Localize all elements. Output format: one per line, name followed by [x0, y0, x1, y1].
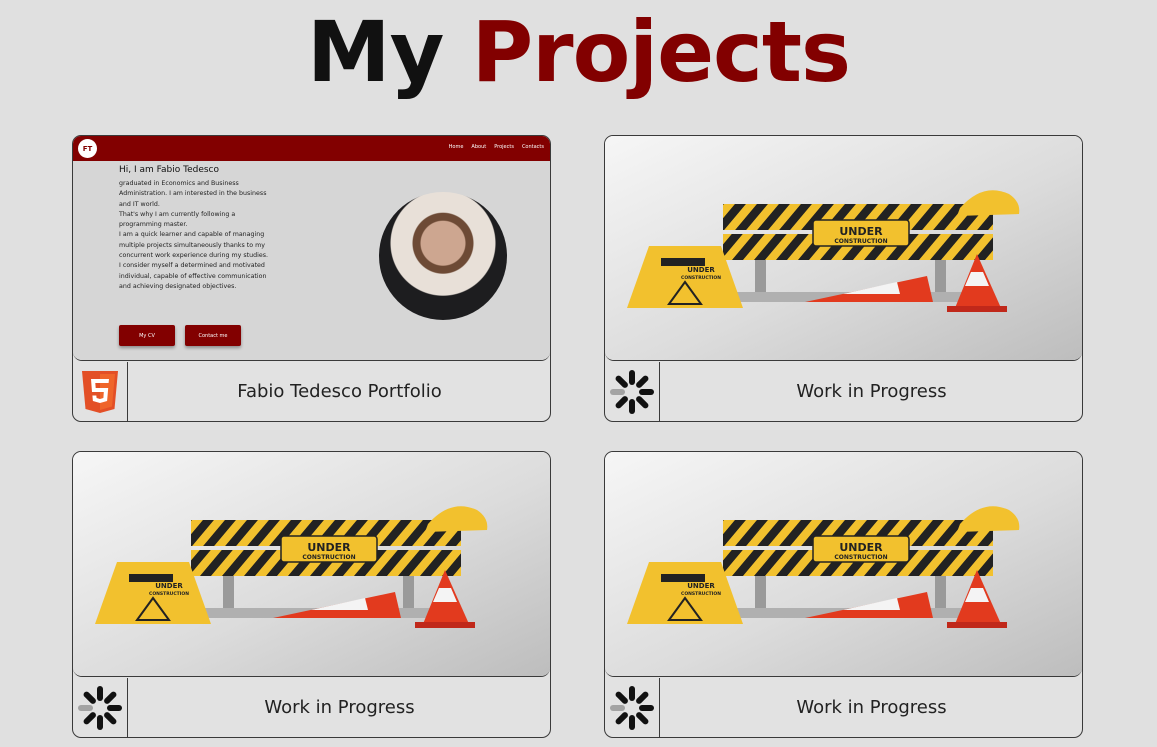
wet-floor-construction-text: CONSTRUCTION — [681, 275, 721, 281]
under-construction-image: UNDER CONSTRUCTION UNDER CONSTRUCTION — [605, 452, 1082, 676]
tech-icon-box — [605, 362, 660, 421]
tech-icon-box — [73, 678, 128, 737]
project-title[interactable]: Work in Progress — [661, 362, 1082, 421]
sign-under-text: UNDER — [307, 541, 351, 554]
wet-floor-under-text: UNDER — [687, 582, 715, 590]
project-card-footer: Fabio Tedesco Portfolio — [73, 362, 550, 421]
project-card-footer: Work in Progress — [605, 362, 1082, 421]
project-preview-image[interactable]: UNDER CONSTRUCTION UNDER CONSTRUCTION — [605, 136, 1082, 361]
under-construction-image: UNDER CONSTRUCTION UNDER CONSTRUCTION — [73, 452, 550, 676]
portfolio-heading: Hi, I am Fabio Tedesco — [119, 165, 219, 175]
wet-floor-under-text: UNDER — [155, 582, 183, 590]
sign-construction-text: CONSTRUCTION — [302, 554, 355, 561]
project-card-wip-2[interactable]: UNDER CONSTRUCTION UNDER CONSTRUCTION Wo… — [72, 451, 551, 738]
project-card-wip-3[interactable]: UNDER CONSTRUCTION UNDER CONSTRUCTION Wo… — [604, 451, 1083, 738]
project-card-wip-1[interactable]: UNDER CONSTRUCTION UNDER CONSTRUCTION Wo… — [604, 135, 1083, 422]
portfolio-bio: graduated in Economics and Business Admi… — [119, 180, 268, 290]
wet-floor-construction-text: CONSTRUCTION — [681, 591, 721, 597]
portfolio-screenshot: FT Home About Projects Contacts Hi, I am… — [73, 136, 550, 360]
project-preview-image[interactable]: FT Home About Projects Contacts Hi, I am… — [73, 136, 550, 361]
page-title: My Projects — [0, 4, 1157, 100]
wet-floor-under-text: UNDER — [687, 266, 715, 274]
portfolio-contact-button: Contact me — [185, 325, 241, 346]
project-title[interactable]: Work in Progress — [661, 678, 1082, 737]
portfolio-nav-contacts: Contacts — [521, 144, 544, 150]
under-construction-image: UNDER CONSTRUCTION UNDER CONSTRUCTION — [605, 136, 1082, 360]
sign-under-text: UNDER — [839, 225, 883, 238]
project-card-footer: Work in Progress — [73, 678, 550, 737]
portfolio-nav-links: Home About Projects Contacts — [449, 144, 544, 150]
project-card-footer: Work in Progress — [605, 678, 1082, 737]
portfolio-logo: FT — [78, 139, 97, 158]
portfolio-cv-button: My CV — [119, 325, 175, 346]
project-title[interactable]: Fabio Tedesco Portfolio — [129, 362, 550, 421]
loading-spinner-icon — [76, 684, 124, 732]
tech-icon-box — [605, 678, 660, 737]
wet-floor-construction-text: CONSTRUCTION — [149, 591, 189, 597]
project-preview-image[interactable]: UNDER CONSTRUCTION UNDER CONSTRUCTION — [605, 452, 1082, 677]
loading-spinner-icon — [608, 368, 656, 416]
sign-under-text: UNDER — [839, 541, 883, 554]
portfolio-nav-about: About — [471, 144, 487, 150]
sign-construction-text: CONSTRUCTION — [834, 238, 887, 245]
project-title[interactable]: Work in Progress — [129, 678, 550, 737]
project-preview-image[interactable]: UNDER CONSTRUCTION UNDER CONSTRUCTION — [73, 452, 550, 677]
portfolio-nav-home: Home — [448, 144, 464, 150]
sign-construction-text: CONSTRUCTION — [834, 554, 887, 561]
loading-spinner-icon — [608, 684, 656, 732]
profile-photo — [379, 192, 507, 320]
portfolio-navbar: FT Home About Projects Contacts — [73, 136, 550, 161]
page-title-word-my: My — [306, 3, 444, 101]
html5-icon — [82, 370, 118, 413]
page-title-word-projects: Projects — [471, 3, 851, 101]
project-card-portfolio[interactable]: FT Home About Projects Contacts Hi, I am… — [72, 135, 551, 422]
portfolio-nav-projects: Projects — [494, 144, 514, 150]
tech-icon-box — [73, 362, 128, 421]
